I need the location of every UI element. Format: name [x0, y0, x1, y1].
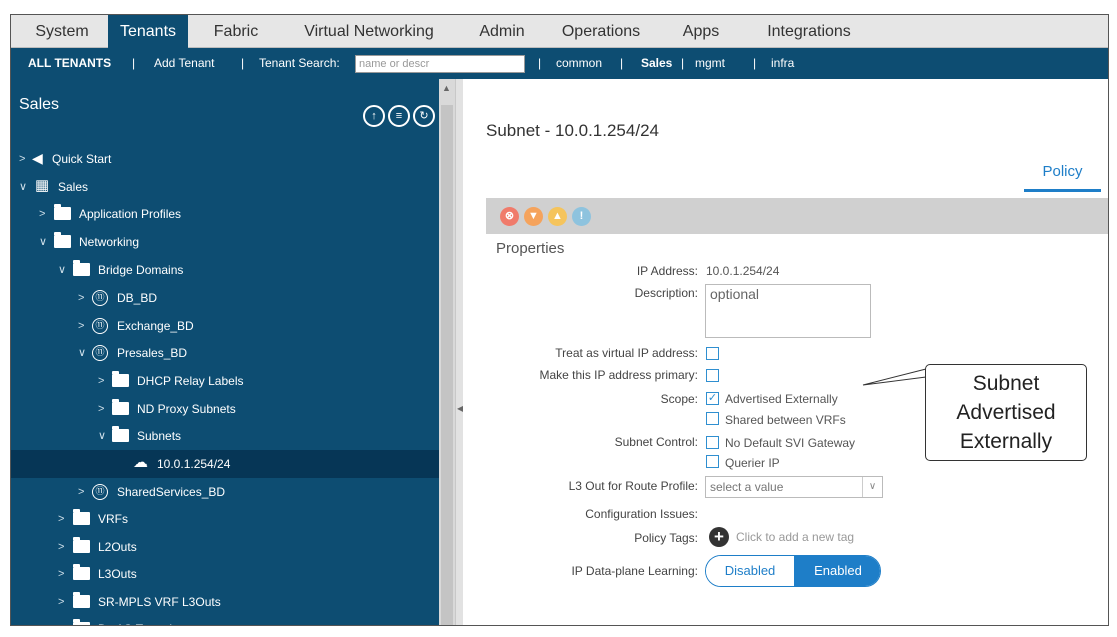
- callout-pointer: [862, 368, 927, 386]
- apic-window: System Tenants Fabric Virtual Networking…: [10, 14, 1109, 626]
- annotation-callout: Subnet Advertised Externally: [925, 364, 1087, 461]
- callout-line-3: Externally: [959, 430, 1053, 453]
- callout-line-1: Subnet: [972, 372, 1040, 395]
- callout-line-2: Advertised: [956, 401, 1056, 424]
